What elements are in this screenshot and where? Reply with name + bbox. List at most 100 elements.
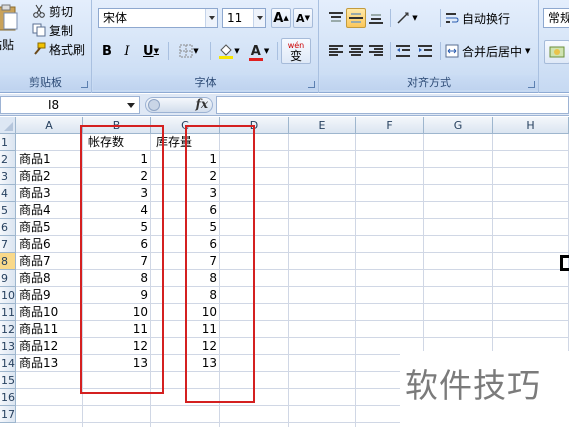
italic-button[interactable]: I <box>118 41 136 61</box>
font-name-value: 宋体 <box>103 11 128 25</box>
column-header-h[interactable]: H <box>493 117 569 134</box>
align-bottom-button[interactable] <box>366 8 386 28</box>
column-header-f[interactable]: F <box>356 117 424 134</box>
font-launcher-icon[interactable] <box>308 81 315 88</box>
align-top-icon <box>329 12 343 22</box>
row-header-2[interactable]: 2 <box>0 151 16 168</box>
chevron-down-icon[interactable] <box>253 9 265 27</box>
row-header-10[interactable]: 10 <box>0 287 16 304</box>
watermark: 软件技巧 <box>400 351 569 427</box>
name-box[interactable]: I8 <box>0 96 140 114</box>
orientation-button[interactable]: ▼ <box>393 8 421 28</box>
row-header-3[interactable]: 3 <box>0 168 16 185</box>
font-name-select[interactable]: 宋体 <box>98 8 218 28</box>
cell-a11[interactable]: 商品10 <box>19 304 83 321</box>
cell-a5[interactable]: 商品4 <box>19 202 83 219</box>
phonetic-guide-button[interactable]: wén 变 <box>281 38 311 64</box>
divider <box>277 42 278 60</box>
row-header-8[interactable]: 8 <box>0 253 16 270</box>
active-cell-cursor <box>560 255 569 271</box>
phonetic-char-text: 变 <box>289 49 302 63</box>
row-header-1[interactable]: 1 <box>0 134 16 151</box>
cell-a2[interactable]: 商品1 <box>19 151 83 168</box>
cell-a7[interactable]: 商品6 <box>19 236 83 253</box>
decrease-indent-icon <box>396 45 410 57</box>
row-header-14[interactable]: 14 <box>0 355 16 372</box>
accounting-format-button[interactable] <box>544 40 569 64</box>
merge-center-button[interactable]: 合并后居中 ▼ <box>444 41 534 61</box>
underline-icon: U <box>143 43 154 59</box>
copy-icon <box>32 23 46 37</box>
row-header-13[interactable]: 13 <box>0 338 16 355</box>
cell-a12[interactable]: 商品11 <box>19 321 83 338</box>
paste-button[interactable]: 粘贴 <box>0 2 26 64</box>
select-all-button[interactable] <box>0 117 16 134</box>
align-bottom-icon <box>369 14 383 24</box>
number-format-select[interactable]: 常规 <box>543 8 569 28</box>
bold-icon: B <box>102 43 112 59</box>
shrink-font-button[interactable]: A ▼ <box>293 8 313 28</box>
row-header-12[interactable]: 12 <box>0 321 16 338</box>
clipboard-launcher-icon[interactable] <box>81 81 88 88</box>
align-center-button[interactable] <box>346 41 366 61</box>
row-header-6[interactable]: 6 <box>0 219 16 236</box>
divider <box>210 42 211 60</box>
chevron-down-icon[interactable] <box>205 9 217 27</box>
increase-indent-button[interactable] <box>415 41 435 61</box>
cell-a4[interactable]: 商品3 <box>19 185 83 202</box>
highlight-box-stock-quantity <box>185 125 255 403</box>
underline-button[interactable]: U ▼ <box>138 41 164 61</box>
font-color-button[interactable]: A ▼ <box>246 41 274 61</box>
row-header-16[interactable]: 16 <box>0 389 16 406</box>
cell-a14[interactable]: 商品13 <box>19 355 83 372</box>
alignment-launcher-icon[interactable] <box>528 81 535 88</box>
text-orientation-icon <box>397 12 409 24</box>
wrap-text-label: 自动换行 <box>462 11 511 26</box>
cell-a6[interactable]: 商品5 <box>19 219 83 236</box>
cell-a9[interactable]: 商品8 <box>19 270 83 287</box>
font-size-value: 11 <box>227 11 243 25</box>
align-middle-button[interactable] <box>346 8 366 28</box>
borders-button[interactable]: ▼ <box>172 41 206 61</box>
name-box-value: I8 <box>48 98 60 112</box>
expand-handle-icon[interactable] <box>148 99 160 111</box>
highlight-box-book-quantity <box>80 125 164 394</box>
row-header-15[interactable]: 15 <box>0 372 16 389</box>
fill-color-button[interactable]: ▼ <box>214 41 244 61</box>
cell-a8[interactable]: 商品7 <box>19 253 83 270</box>
cell-a10[interactable]: 商品9 <box>19 287 83 304</box>
align-right-button[interactable] <box>366 41 386 61</box>
row-header-11[interactable]: 11 <box>0 304 16 321</box>
font-size-select[interactable]: 11 <box>222 8 266 28</box>
row-header-9[interactable]: 9 <box>0 270 16 287</box>
column-header-g[interactable]: G <box>424 117 493 134</box>
wrap-text-button[interactable]: 自动换行 <box>444 8 514 28</box>
formula-input[interactable] <box>216 96 569 114</box>
chevron-down-icon[interactable] <box>127 103 135 108</box>
row-header-17[interactable]: 17 <box>0 406 16 423</box>
italic-icon: I <box>124 43 130 59</box>
increase-indent-icon <box>418 45 432 57</box>
merge-cells-icon <box>445 44 459 58</box>
align-left-button[interactable] <box>326 41 346 61</box>
bold-button[interactable]: B <box>98 41 116 61</box>
align-top-button[interactable] <box>326 8 346 28</box>
cut-button[interactable]: 剪切 <box>32 2 73 20</box>
paste-icon <box>0 4 18 31</box>
number-group: 常规 <box>540 0 569 93</box>
copy-button[interactable]: 复制 <box>32 21 73 39</box>
formula-tools: fx <box>145 97 213 113</box>
cell-a13[interactable]: 商品12 <box>19 338 83 355</box>
column-header-e[interactable]: E <box>289 117 356 134</box>
row-header-4[interactable]: 4 <box>0 185 16 202</box>
format-painter-button[interactable]: 格式刷 <box>32 40 85 58</box>
column-header-a[interactable]: A <box>16 117 83 134</box>
insert-function-icon[interactable]: fx <box>196 97 208 111</box>
grow-font-button[interactable]: A ▲ <box>271 8 291 28</box>
decrease-indent-button[interactable] <box>393 41 413 61</box>
row-header-7[interactable]: 7 <box>0 236 16 253</box>
divider <box>390 42 391 60</box>
cell-a3[interactable]: 商品2 <box>19 168 83 185</box>
paint-bucket-icon <box>219 44 234 59</box>
row-header-5[interactable]: 5 <box>0 202 16 219</box>
